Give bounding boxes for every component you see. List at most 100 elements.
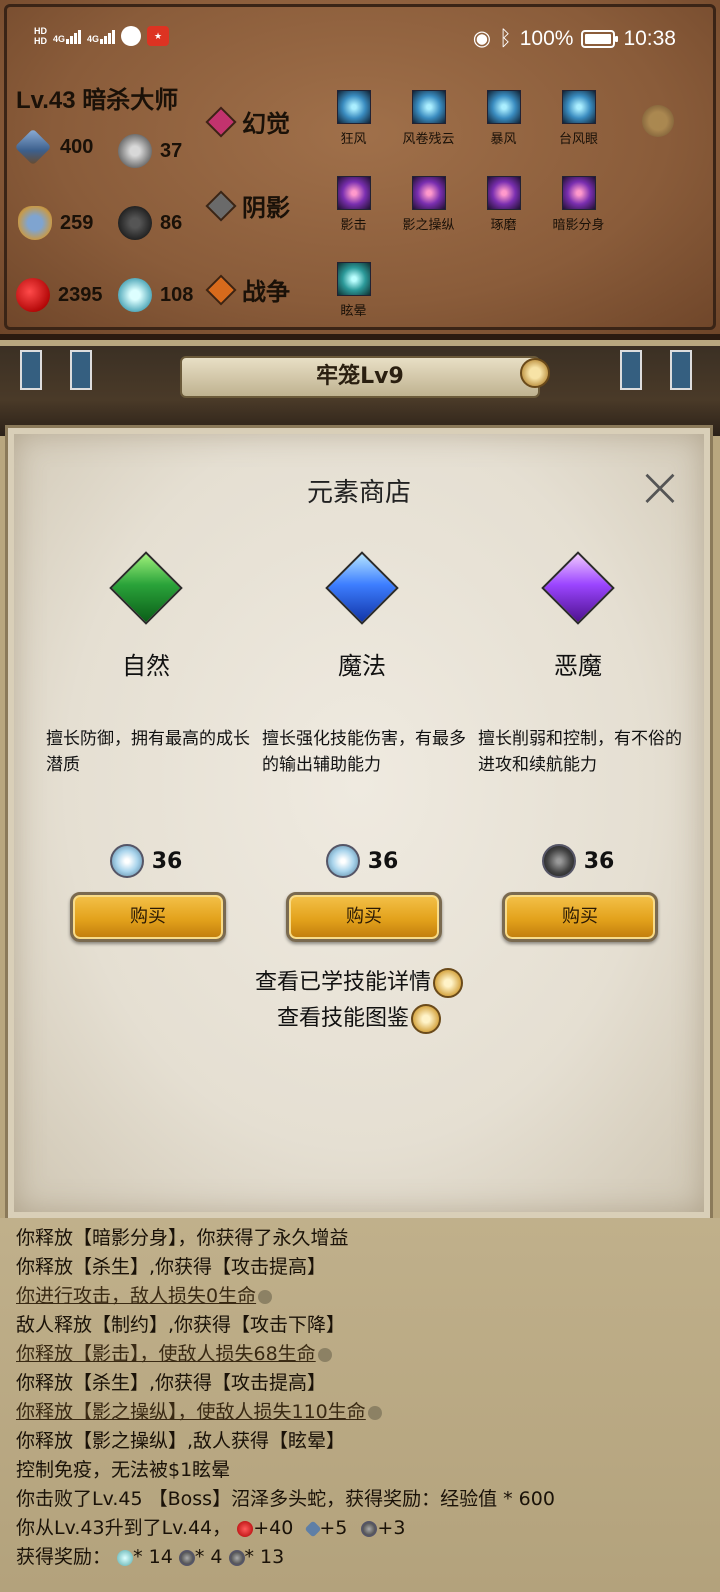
item-description: 擅长强化技能伤害，有最多的输出辅助能力	[262, 729, 466, 775]
gem-icon	[205, 273, 237, 306]
skill-item[interactable]: 风卷残云	[391, 90, 466, 147]
item-description: 擅长削弱和控制，有不俗的进攻和续航能力	[478, 729, 682, 775]
hp-stat: 2395	[16, 278, 103, 312]
info-icon	[367, 1405, 382, 1420]
skill-item[interactable]: 狂风	[316, 90, 391, 147]
magnifier-icon	[411, 1004, 441, 1034]
skill-icon	[336, 90, 371, 124]
heart-icon	[16, 278, 50, 312]
item-name: 自然	[122, 652, 170, 680]
view-learned-skills-link[interactable]: 查看已学技能详情	[14, 964, 704, 998]
shop-item-demon: 恶魔	[466, 551, 690, 681]
dialog-title: 元素商店	[306, 478, 411, 508]
war-skills: 眩晕	[316, 262, 391, 319]
battery-percent: 100%	[519, 26, 574, 50]
log-line: 你释放【杀生】,你获得【攻击提高】	[16, 1256, 327, 1278]
character-title: Lv.43 暗杀大师	[16, 87, 179, 114]
view-skill-codex-link[interactable]: 查看技能图鉴	[14, 1000, 704, 1034]
shadow-skills: 影击 影之操纵 琢磨 暗影分身	[316, 176, 616, 233]
crystal-coin-icon	[117, 1549, 134, 1566]
skill-icon	[561, 176, 596, 210]
attack-stat: 400	[14, 128, 93, 166]
skill-item[interactable]: 琢磨	[466, 176, 541, 233]
info-icon	[317, 1347, 332, 1362]
heart-icon	[237, 1520, 254, 1537]
dark-coin-icon	[541, 844, 576, 878]
dark-coin-icon	[178, 1549, 195, 1566]
flag-decoration	[20, 350, 42, 390]
green-gem-icon	[109, 551, 183, 625]
dark-coin-icon	[118, 206, 152, 240]
bluetooth-icon: ᛒ	[499, 26, 512, 50]
shield-icon	[18, 206, 52, 240]
item-name: 恶魔	[554, 652, 602, 680]
skill-item[interactable]: 暗影分身	[541, 176, 616, 233]
skill-icon	[411, 176, 446, 210]
crystal-coin-icon	[118, 278, 152, 312]
clock: 10:38	[623, 26, 676, 50]
stage-banner: 牢笼Lv9	[180, 356, 540, 398]
flag-decoration	[670, 350, 692, 390]
flag-decoration	[70, 350, 92, 390]
buy-button-nature[interactable]: 购买	[70, 892, 226, 942]
element-war[interactable]: 战争	[205, 272, 290, 307]
hd-indicator: HD HD	[34, 26, 47, 46]
skill-item[interactable]: 台风眼	[541, 90, 616, 147]
buy-button-demon[interactable]: 购买	[502, 892, 658, 942]
element-illusion[interactable]: 幻觉	[205, 104, 290, 139]
item-name: 魔法	[338, 652, 386, 680]
skill-item[interactable]: 眩晕	[316, 262, 391, 319]
crystal-coin-icon	[325, 844, 360, 878]
skill-icon	[486, 90, 521, 124]
stat-a: 37	[118, 134, 182, 168]
skill-icon	[411, 90, 446, 124]
app-notification-icon	[121, 26, 142, 46]
log-line-rewards: 获得奖励： * 14 * 4 * 13	[16, 1546, 285, 1568]
log-line: 你释放【杀生】,你获得【攻击提高】	[16, 1372, 327, 1394]
magnifier-icon	[433, 968, 463, 998]
item-price: 36	[466, 844, 690, 878]
log-line-link[interactable]: 你进行攻击，敌人损失0生命	[16, 1282, 720, 1311]
item-price: 36	[250, 844, 474, 878]
magnifier-icon[interactable]	[520, 358, 550, 388]
log-line-levelup: 你从Lv.43升到了Lv.44， +40 +5 +3	[16, 1517, 406, 1539]
log-line: 你释放【暗影分身】，你获得了永久增益	[16, 1227, 349, 1249]
element-shop-dialog: 元素商店 × 自然 擅长防御，拥有最高的成长潜质 36 购买 魔法 擅长强化技能…	[8, 428, 710, 1218]
skill-item[interactable]: 影之操纵	[391, 176, 466, 233]
log-line: 控制免疫，无法被$1眩晕	[16, 1459, 231, 1481]
element-shadow[interactable]: 阴影	[205, 188, 290, 223]
close-button[interactable]: ×	[636, 460, 684, 516]
silver-coin-icon	[118, 134, 152, 168]
shop-item-nature: 自然	[34, 551, 258, 681]
status-bar: HD HD 4G 4G ★ ◉ ᛒ 100% 10:38	[0, 18, 720, 62]
buy-button-magic[interactable]: 购买	[286, 892, 442, 942]
magnifier-icon[interactable]	[642, 105, 674, 137]
sword-icon	[14, 128, 52, 166]
illusion-skills: 狂风 风卷残云 暴风 台风眼	[316, 90, 616, 147]
skill-item[interactable]: 暴风	[466, 90, 541, 147]
skill-item[interactable]: 影击	[316, 176, 391, 233]
battery-icon	[581, 29, 619, 48]
app-notification-icon-2: ★	[147, 26, 170, 46]
log-line-link[interactable]: 你释放【影之操纵】，使敌人损失110生命	[16, 1398, 720, 1427]
log-line-link[interactable]: 你释放【影击】，使敌人损失68生命	[16, 1340, 720, 1369]
flag-decoration	[620, 350, 642, 390]
scene-background: 牢笼Lv9	[0, 346, 720, 436]
shop-item-magic: 魔法	[250, 551, 474, 681]
item-description: 擅长防御，拥有最高的成长潜质	[46, 729, 250, 775]
signal-icon-2: 4G	[87, 28, 116, 44]
coin-icon	[361, 1520, 378, 1537]
skill-icon	[486, 176, 521, 210]
eye-icon: ◉	[472, 27, 492, 50]
silver-coin-icon	[228, 1549, 245, 1566]
stat-b: 86	[118, 206, 182, 240]
gem-icon	[205, 105, 237, 138]
log-line: 你击败了Lv.45 【Boss】沼泽多头蛇，获得奖励：经验值 * 600	[16, 1488, 555, 1510]
stat-c: 108	[118, 278, 193, 312]
blue-gem-icon	[325, 551, 399, 625]
skill-icon	[336, 262, 371, 296]
purple-gem-icon	[541, 551, 615, 625]
log-line: 你释放【影之操纵】,敌人获得【眩晕】	[16, 1430, 346, 1452]
battle-log[interactable]: 你释放【暗影分身】，你获得了永久增益 你释放【杀生】,你获得【攻击提高】 你进行…	[0, 1218, 720, 1592]
skill-icon	[336, 176, 371, 210]
